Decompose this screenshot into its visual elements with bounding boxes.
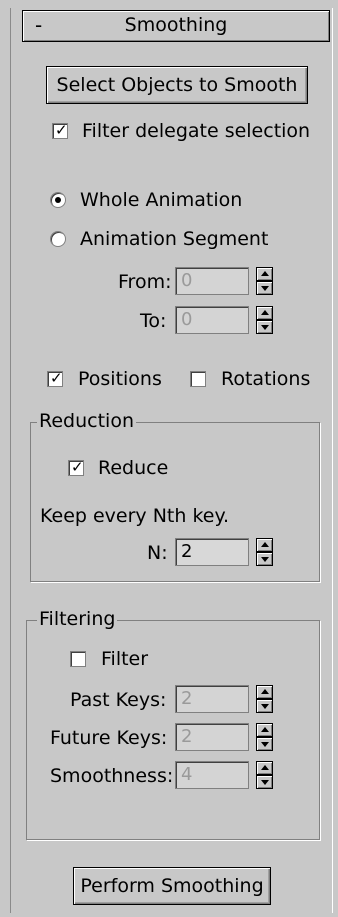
reduce-checkbox[interactable]: ✓ [68, 458, 84, 476]
to-label: To: [140, 310, 167, 332]
filter-checkbox[interactable] [70, 651, 86, 667]
reduction-hint: Keep every Nth key. [40, 505, 230, 527]
radio-selected-icon [55, 197, 61, 203]
future-keys-field[interactable]: 2 [175, 723, 249, 751]
past-keys-spinner[interactable] [256, 685, 273, 713]
spin-down-icon[interactable] [256, 552, 273, 566]
whole-animation-label: Whole Animation [80, 189, 243, 211]
radio-animation-segment[interactable] [50, 231, 66, 247]
filter-delegate-label: Filter delegate selection [82, 120, 311, 142]
spin-down-icon[interactable] [256, 281, 273, 295]
rollout-header[interactable]: - Smoothing [22, 10, 330, 42]
spin-down-icon[interactable] [256, 737, 273, 751]
past-keys-field[interactable]: 2 [175, 685, 249, 713]
from-field[interactable]: 0 [175, 267, 249, 295]
n-label: N: [147, 542, 168, 564]
perform-smoothing-button[interactable]: Perform Smoothing [73, 867, 271, 905]
future-keys-spinner[interactable] [256, 723, 273, 751]
n-spinner[interactable] [256, 538, 273, 566]
check-icon: ✓ [50, 369, 63, 387]
filter-label: Filter [101, 648, 149, 670]
to-field[interactable]: 0 [175, 306, 249, 334]
filter-delegate-checkbox[interactable]: ✓ [52, 121, 68, 139]
spin-up-icon[interactable] [256, 723, 273, 737]
spin-up-icon[interactable] [256, 538, 273, 552]
rollout-title: Smoothing [124, 14, 228, 36]
spin-up-icon[interactable] [256, 685, 273, 699]
positions-checkbox[interactable]: ✓ [47, 369, 63, 387]
reduce-label: Reduce [98, 457, 169, 479]
future-keys-label: Future Keys: [50, 727, 168, 749]
spin-up-icon[interactable] [256, 267, 273, 281]
reduction-group-title: Reduction [37, 410, 136, 432]
smoothness-label: Smoothness: [50, 765, 174, 787]
spin-up-icon[interactable] [256, 761, 273, 775]
rotations-checkbox[interactable] [190, 371, 206, 387]
spin-up-icon[interactable] [256, 306, 273, 320]
to-spinner[interactable] [256, 306, 273, 334]
spin-down-icon[interactable] [256, 775, 273, 789]
smoothness-field[interactable]: 4 [175, 761, 249, 789]
select-objects-button[interactable]: Select Objects to Smooth [46, 66, 308, 104]
animation-segment-label: Animation Segment [80, 228, 269, 250]
from-label: From: [118, 271, 172, 293]
check-icon: ✓ [71, 458, 84, 476]
check-icon: ✓ [55, 121, 68, 139]
n-field[interactable]: 2 [175, 538, 249, 566]
radio-whole-animation[interactable] [50, 192, 66, 208]
positions-label: Positions [78, 368, 162, 390]
rotations-label: Rotations [221, 368, 311, 390]
from-spinner[interactable] [256, 267, 273, 295]
spin-down-icon[interactable] [256, 320, 273, 334]
past-keys-label: Past Keys: [70, 689, 167, 711]
smoothness-spinner[interactable] [256, 761, 273, 789]
filtering-group-title: Filtering [37, 608, 118, 630]
spin-down-icon[interactable] [256, 699, 273, 713]
